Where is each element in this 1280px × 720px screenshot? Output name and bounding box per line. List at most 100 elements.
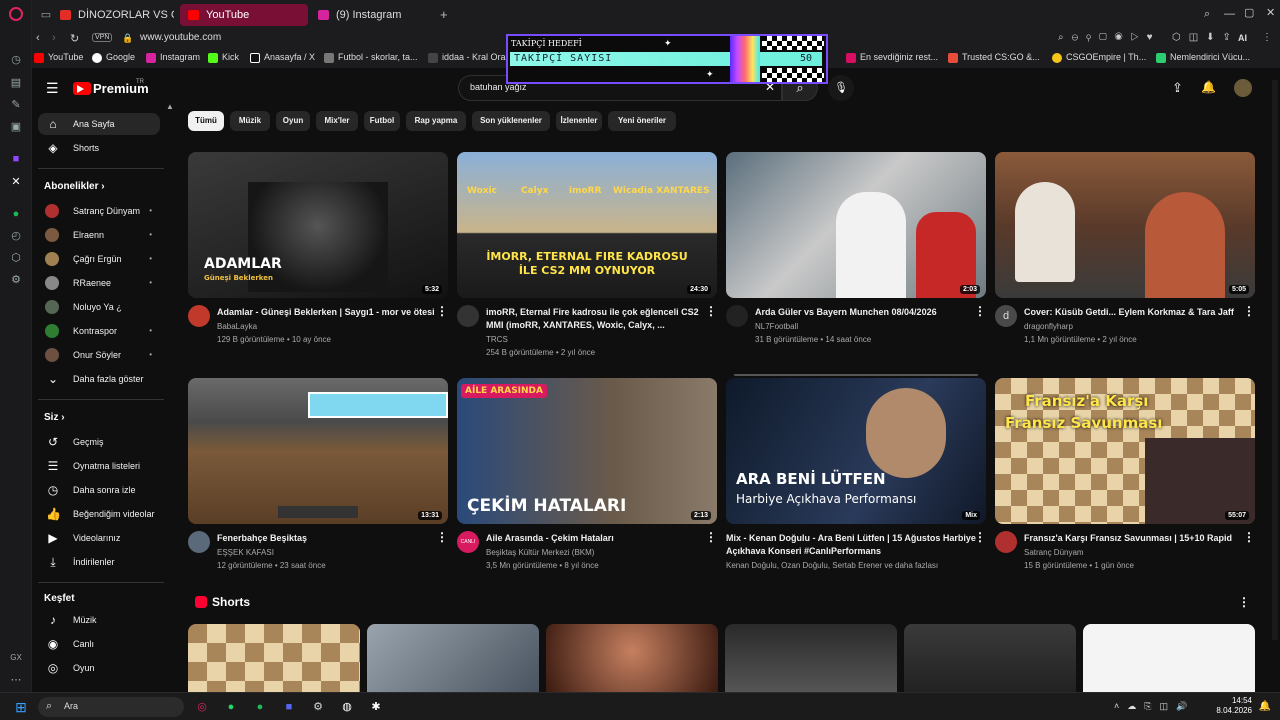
bookmark-csgoempire[interactable]: CSGOEmpire | Th... <box>1052 52 1146 63</box>
channel-name[interactable]: EŞŞEK KAFASI <box>217 548 437 557</box>
channel-avatar[interactable]: d <box>995 305 1017 327</box>
more-options-icon[interactable]: ⋮ <box>705 530 717 544</box>
video-thumbnail[interactable]: Fransız'a Karşı Fransız Savunması 55:07 <box>995 378 1255 524</box>
chip-new-to-you[interactable]: Yeni öneriler <box>608 111 676 131</box>
app-icon[interactable]: ◍ <box>338 698 356 716</box>
sidebar-item-liked[interactable]: 👍 Beğendiğim videolar <box>38 503 160 525</box>
video-thumbnail[interactable]: ARA BENİ LÜTFEN Harbiye Açıkhava Perform… <box>726 378 986 524</box>
whatsapp-icon[interactable]: ● <box>222 698 240 716</box>
app-icon[interactable]: ✱ <box>367 698 385 716</box>
bookmark-youtube[interactable]: YouTube <box>34 52 83 63</box>
chip-music[interactable]: Müzik <box>230 111 270 131</box>
channel-avatar[interactable] <box>188 531 210 553</box>
menu-icon[interactable]: ⋮ <box>1262 32 1272 43</box>
sidebar-item-downloads[interactable]: ⤓ İndirilenler <box>38 551 160 573</box>
spotify-icon[interactable]: ● <box>8 206 24 222</box>
channel-avatar[interactable] <box>726 305 748 327</box>
chip-rap[interactable]: Rap yapma <box>406 111 466 131</box>
history-icon[interactable]: ◷ <box>8 52 24 68</box>
you-heading[interactable]: Siz › <box>44 412 65 423</box>
sidebar-sub-item[interactable]: Kontraspor • <box>38 320 160 342</box>
clock-icon[interactable]: ◴ <box>8 228 24 244</box>
sidebar-item-shorts[interactable]: ◈ Shorts <box>38 137 160 159</box>
close-window-icon[interactable]: ✕ <box>1266 6 1275 19</box>
sidebar-item-your-videos[interactable]: ▶ Videolarınız <box>38 527 160 549</box>
discord-icon[interactable]: ■ <box>280 698 298 716</box>
ai-button[interactable]: AI <box>1238 33 1247 43</box>
chip-recently-uploaded[interactable]: Son yüklenenler <box>472 111 550 131</box>
sidebar-item-home[interactable]: ⌂ Ana Sayfa <box>38 113 160 135</box>
tab-dinozorlar[interactable]: DİNOZORLAR VS GENÇLE <box>52 4 174 26</box>
page-scrollbar[interactable] <box>1272 80 1278 640</box>
url-field[interactable]: www.youtube.com <box>140 32 221 43</box>
chip-football[interactable]: Futbol <box>364 111 400 131</box>
spotify-icon[interactable]: ● <box>251 698 269 716</box>
bookmark-yemeksepeti[interactable]: En sevdiğiniz rest... <box>846 52 938 63</box>
tab-instagram[interactable]: (9) Instagram <box>310 4 430 26</box>
short-card[interactable] <box>725 624 897 692</box>
sidebar-item-live[interactable]: ◉ Canlı <box>38 633 160 655</box>
channel-name[interactable]: dragonflyharp <box>1024 322 1244 331</box>
sidebar-item-music[interactable]: ♪ Müzik <box>38 609 160 631</box>
settings-icon[interactable]: ⚙ <box>8 272 24 288</box>
toolbar-icons[interactable]: ⌕⊖⚲▢◉▷♥ <box>1058 32 1161 43</box>
twitch-icon[interactable]: ■ <box>8 151 24 167</box>
sidebar-sub-item[interactable]: Çağrı Ergün • <box>38 248 160 270</box>
sidebar-sub-item[interactable]: Elraenn • <box>38 224 160 246</box>
channel-name[interactable]: Beşiktaş Kültür Merkezi (BKM) <box>486 548 706 557</box>
channel-name[interactable]: BabaLayka <box>217 322 437 331</box>
upload-icon[interactable]: ⇪ <box>1172 80 1183 96</box>
steam-icon[interactable]: ⚙ <box>309 698 327 716</box>
bookmark-kick[interactable]: Kick <box>208 52 239 63</box>
short-card[interactable] <box>367 624 539 692</box>
sidebar-sub-item[interactable]: Noluyo Ya ¿ <box>38 296 160 318</box>
short-card[interactable] <box>188 624 360 692</box>
more-options-icon[interactable]: ⋮ <box>436 530 448 544</box>
video-thumbnail[interactable]: AİLE ARASINDA ÇEKİM HATALARI 2:13 <box>457 378 717 524</box>
bookmark-csgo[interactable]: Trusted CS:GO &... <box>948 52 1040 63</box>
video-title[interactable]: Arda Güler vs Bayern Munchen 08/04/2026 <box>755 306 975 319</box>
reload-icon[interactable]: ↻ <box>70 32 79 45</box>
channel-name[interactable]: NL7Football <box>755 322 975 331</box>
bookmark-futbol[interactable]: Futbol - skorlar, ta... <box>324 52 418 63</box>
more-options-icon[interactable]: ⋮ <box>1243 530 1255 544</box>
video-thumbnail[interactable]: ADAMLAR Güneşi Beklerken 5:32 <box>188 152 448 298</box>
chip-watched[interactable]: İzlenenler <box>556 111 602 131</box>
clock-time[interactable]: 14:54 <box>1216 696 1252 705</box>
video-thumbnail[interactable]: 13:31 <box>188 378 448 524</box>
notifications-icon[interactable]: 🔔 <box>1201 80 1216 94</box>
video-title[interactable]: Mix - Kenan Doğulu - Ara Beni Lütfen | 1… <box>726 532 976 558</box>
video-title[interactable]: Adamlar - Güneşi Beklerken | Saygı1 - mo… <box>217 306 437 319</box>
hamburger-menu-icon[interactable]: ☰ <box>46 80 59 97</box>
video-thumbnail[interactable]: 5:05 <box>995 152 1255 298</box>
tab-youtube[interactable]: YouTube <box>180 4 308 26</box>
search-tabs-icon[interactable]: ⌕ <box>1204 8 1210 21</box>
video-title[interactable]: Fransız'a Karşı Fransız Savunması | 15+1… <box>1024 532 1244 545</box>
more-icon[interactable]: ⋯ <box>8 672 24 688</box>
windows-start-icon[interactable]: ⊞ <box>12 698 30 716</box>
taskbar-search[interactable]: ⌕ Ara <box>38 697 184 717</box>
channel-name[interactable]: Kenan Doğulu, Ozan Doğulu, Sertab Erener… <box>726 561 976 570</box>
notification-center-icon[interactable]: 🔔 <box>1256 698 1274 716</box>
avatar[interactable] <box>1234 79 1252 97</box>
vpn-badge[interactable]: VPN <box>92 33 113 42</box>
video-title[interactable]: Aile Arasında - Çekim Hataları <box>486 532 706 545</box>
channel-avatar[interactable] <box>457 305 479 327</box>
extension-icons[interactable]: ⬡◫⬇⇪ <box>1172 32 1239 43</box>
sidebar-item-gaming[interactable]: ◎ Oyun <box>38 657 160 679</box>
bookmark-instagram[interactable]: Instagram <box>146 52 200 63</box>
sidebar-scroll-up-icon[interactable]: ▲ <box>166 102 174 111</box>
video-thumbnail[interactable]: 2:03 <box>726 152 986 298</box>
video-title[interactable]: imoRR, Eternal Fire kadrosu ile çok eğle… <box>486 306 706 332</box>
channel-avatar[interactable] <box>995 531 1017 553</box>
voice-search-icon[interactable]: 🎙 <box>828 75 854 101</box>
maximize-icon[interactable]: ▢ <box>1244 6 1254 19</box>
more-options-icon[interactable]: ⋮ <box>1243 304 1255 318</box>
video-title[interactable]: Fenerbahçe Beşiktaş <box>217 532 437 545</box>
shorts-more-icon[interactable]: ⋮ <box>1238 595 1250 609</box>
new-tab-button[interactable]: + <box>440 7 448 22</box>
more-options-icon[interactable]: ⋮ <box>705 304 717 318</box>
minimize-icon[interactable]: — <box>1224 8 1235 20</box>
sidebar-item-history[interactable]: ↺ Geçmiş <box>38 431 160 453</box>
pencil-icon[interactable]: ✎ <box>8 97 24 113</box>
